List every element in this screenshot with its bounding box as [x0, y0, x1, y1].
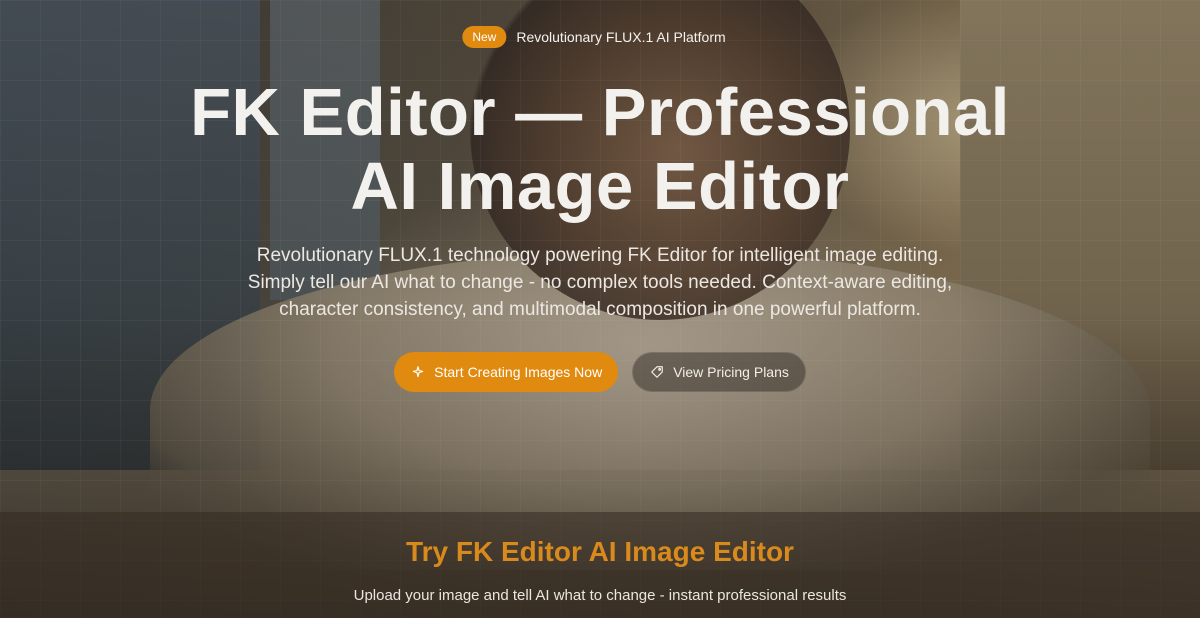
page-title: FK Editor — Professional AI Image Editor [0, 76, 1200, 224]
try-editor-section: Try FK Editor AI Image Editor Upload you… [0, 512, 1200, 618]
start-creating-button[interactable]: Start Creating Images Now [394, 352, 619, 392]
page-title-line-2: AI Image Editor [350, 149, 850, 224]
view-pricing-label: View Pricing Plans [673, 364, 789, 380]
hero-section: New Revolutionary FLUX.1 AI Platform FK … [0, 0, 1200, 512]
hero-subtitle-line-2: Simply tell our AI what to change - no c… [247, 272, 953, 293]
new-badge: New [462, 26, 507, 48]
view-pricing-button[interactable]: View Pricing Plans [632, 352, 806, 392]
page-title-line-1: FK Editor — Professional [190, 75, 1010, 150]
start-creating-label: Start Creating Images Now [434, 364, 603, 380]
tag-icon [649, 364, 665, 380]
announcement-pill[interactable]: New Revolutionary FLUX.1 AI Platform [460, 24, 739, 50]
cta-row: Start Creating Images Now View Pricing P… [0, 352, 1200, 392]
announcement-text: Revolutionary FLUX.1 AI Platform [516, 29, 726, 45]
hero-subtitle-line-3: character consistency, and multimodal co… [279, 299, 921, 320]
sparkle-icon [410, 364, 426, 380]
hero-subtitle: Revolutionary FLUX.1 technology powering… [200, 242, 1000, 323]
hero-subtitle-line-1: Revolutionary FLUX.1 technology powering… [256, 245, 944, 266]
try-section-subtitle: Upload your image and tell AI what to ch… [353, 587, 847, 604]
try-section-title: Try FK Editor AI Image Editor [406, 536, 794, 567]
